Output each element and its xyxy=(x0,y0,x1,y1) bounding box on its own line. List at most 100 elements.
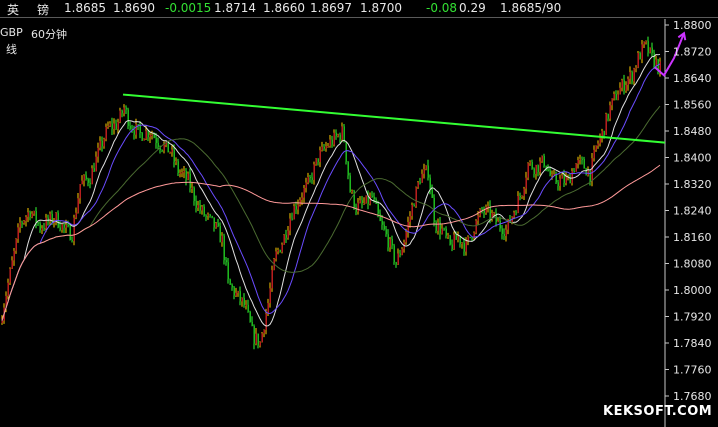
candle-body xyxy=(513,212,515,217)
candle-body xyxy=(125,107,127,110)
candle-body xyxy=(461,242,463,244)
candle-body xyxy=(349,175,351,193)
candle-body xyxy=(133,130,135,135)
ma-line-slow xyxy=(1,164,661,321)
candle-body xyxy=(109,123,111,126)
candle-body xyxy=(111,123,113,130)
candle-body xyxy=(399,253,401,255)
candle-body xyxy=(67,225,69,227)
candle-body xyxy=(339,134,341,140)
candle-body xyxy=(377,203,379,214)
candle-body xyxy=(391,239,393,246)
candle-body xyxy=(219,226,221,243)
candle-body xyxy=(627,78,629,85)
candle-body xyxy=(283,234,285,245)
candle-body xyxy=(497,220,499,223)
candle-body xyxy=(303,187,305,198)
candle-body xyxy=(81,180,83,185)
candle-body xyxy=(385,229,387,235)
line-type-label: 线 xyxy=(6,43,17,56)
candle-body xyxy=(247,304,249,312)
candle-body xyxy=(629,72,631,79)
candle-body xyxy=(541,155,543,162)
candle-body xyxy=(517,196,519,213)
candle-body xyxy=(535,165,537,174)
candle-body xyxy=(215,223,217,228)
candle-body xyxy=(395,262,397,265)
candle-body xyxy=(389,239,391,248)
candle-body xyxy=(189,173,191,189)
candle-body xyxy=(179,172,181,174)
candle-body xyxy=(487,205,489,207)
candle-body xyxy=(515,212,517,214)
candle-body xyxy=(557,182,559,186)
candle-body xyxy=(595,145,597,150)
candle-body xyxy=(341,126,343,140)
candle-body xyxy=(269,288,271,304)
candle-body xyxy=(417,182,419,188)
candle-body xyxy=(413,204,415,207)
candle-body xyxy=(87,179,89,183)
candle-body xyxy=(23,220,25,224)
candle-body xyxy=(631,72,633,82)
candle-body xyxy=(371,195,373,197)
candle-body xyxy=(585,168,587,176)
candle-body xyxy=(173,149,175,162)
candle-body xyxy=(99,140,101,148)
candle-body xyxy=(97,147,99,157)
candle-body xyxy=(63,224,65,228)
candle-body xyxy=(79,184,81,199)
candle-body xyxy=(525,177,527,189)
candle-body xyxy=(527,163,529,178)
candle-body xyxy=(29,212,31,218)
candle-body xyxy=(453,234,455,250)
candle-body xyxy=(427,165,429,178)
candle-body xyxy=(129,125,131,129)
candle-body xyxy=(197,205,199,208)
price-axis: 1.8800 1.8720 1.8640 1.8560 1.8480 1.8400 1.83… xyxy=(665,19,712,403)
candle-body xyxy=(25,216,27,221)
candle-body xyxy=(325,146,327,149)
candle-body xyxy=(253,325,255,344)
price-chart[interactable]: 1.8800 1.8720 1.8640 1.8560 1.8480 1.8400 1.83… xyxy=(0,0,718,427)
candle-body xyxy=(373,196,375,200)
candle-body xyxy=(459,236,461,244)
candle-body xyxy=(405,231,407,243)
y-tick-label: 1.8160 xyxy=(673,231,712,244)
candle-body xyxy=(249,311,251,322)
candle-body xyxy=(209,214,211,216)
watermark: KEKSOFT.COM xyxy=(603,404,713,419)
candle-body xyxy=(227,262,229,280)
y-tick-label: 1.8320 xyxy=(673,178,712,191)
candle-body xyxy=(185,170,187,180)
candle-body xyxy=(457,236,459,240)
candle-body xyxy=(565,177,567,184)
candle-body xyxy=(359,200,361,203)
candle-body xyxy=(411,204,413,217)
candle-body xyxy=(297,204,299,210)
candle-body xyxy=(207,214,209,216)
candle-body xyxy=(211,215,213,218)
candle-body xyxy=(105,126,107,140)
candle-body xyxy=(549,170,551,176)
candle-body xyxy=(143,138,145,141)
candle-body xyxy=(243,298,245,306)
candle-body xyxy=(7,282,9,296)
candle-body xyxy=(83,175,85,181)
candle-body xyxy=(157,142,159,147)
candle-body xyxy=(605,113,607,135)
candle-body xyxy=(501,228,503,235)
ma-line-long xyxy=(1,105,661,321)
candle-body xyxy=(61,224,63,231)
candle-body xyxy=(409,216,411,222)
candle-body xyxy=(531,161,533,169)
candle-body xyxy=(199,205,201,211)
candle-body xyxy=(357,202,359,212)
candle-body xyxy=(645,41,647,43)
candle-body xyxy=(643,41,645,45)
candle-body xyxy=(533,168,535,174)
candle-body xyxy=(609,105,611,119)
candle-body xyxy=(639,53,641,60)
candle-body xyxy=(435,221,437,231)
candle-body xyxy=(103,139,105,147)
